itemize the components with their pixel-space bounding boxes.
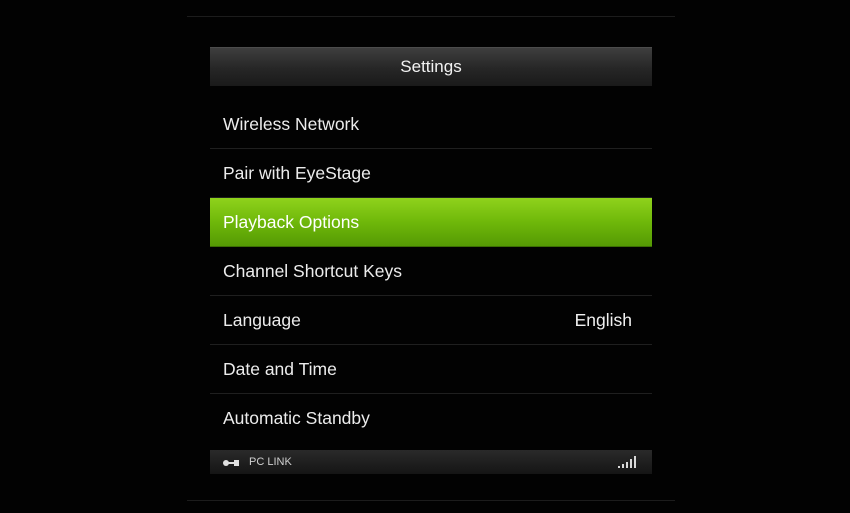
settings-panel: Settings Wireless Network Pair with EyeS… bbox=[210, 47, 652, 443]
language-value: English bbox=[574, 309, 632, 330]
signal-strength-icon bbox=[616, 456, 638, 468]
divider-top bbox=[187, 16, 675, 17]
status-bar: PC LINK bbox=[210, 450, 652, 474]
divider-bottom bbox=[187, 500, 675, 501]
settings-menu: Wireless Network Pair with EyeStage Play… bbox=[210, 100, 652, 443]
pc-link-status: PC LINK bbox=[223, 456, 292, 468]
menu-item-label: Date and Time bbox=[223, 358, 337, 379]
menu-item-language[interactable]: Language English bbox=[210, 296, 652, 345]
menu-item-playback-options[interactable]: Playback Options bbox=[210, 198, 652, 247]
link-icon bbox=[223, 458, 241, 466]
menu-item-label: Wireless Network bbox=[223, 113, 360, 134]
menu-item-automatic-standby[interactable]: Automatic Standby bbox=[210, 394, 652, 443]
tv-screen: Settings Wireless Network Pair with EyeS… bbox=[0, 0, 850, 513]
menu-item-channel-shortcut-keys[interactable]: Channel Shortcut Keys bbox=[210, 247, 652, 296]
menu-item-label: Language bbox=[223, 309, 301, 330]
menu-item-pair-with-eyestage[interactable]: Pair with EyeStage bbox=[210, 149, 652, 198]
menu-item-label: Automatic Standby bbox=[223, 408, 370, 428]
menu-item-label: Playback Options bbox=[223, 211, 360, 232]
pc-link-label: PC LINK bbox=[249, 456, 292, 468]
menu-item-date-and-time[interactable]: Date and Time bbox=[210, 345, 652, 394]
page-title: Settings bbox=[400, 57, 462, 76]
menu-item-wireless-network[interactable]: Wireless Network bbox=[210, 100, 652, 149]
menu-item-label: Channel Shortcut Keys bbox=[223, 260, 402, 281]
menu-item-label: Pair with EyeStage bbox=[223, 162, 371, 183]
settings-header: Settings bbox=[210, 47, 652, 86]
